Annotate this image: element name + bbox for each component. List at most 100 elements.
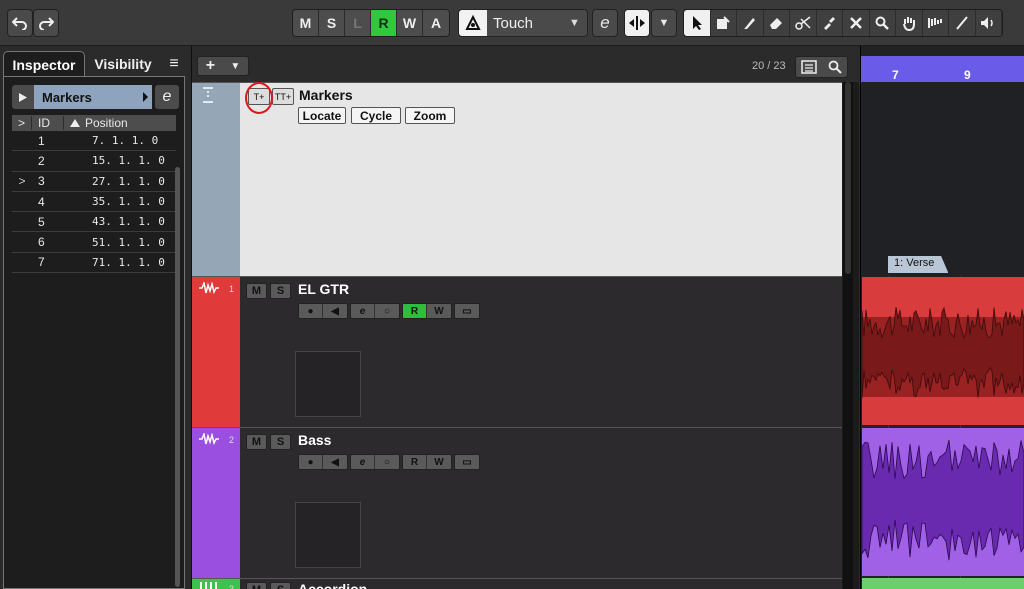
add-track-button[interactable]: + ▼ <box>197 56 249 76</box>
hand-tool[interactable] <box>896 10 923 36</box>
write-automation-button[interactable]: W <box>427 455 451 469</box>
marker-track[interactable]: T+ TT+ Markers Locate Cycle Zoom <box>192 82 842 276</box>
marker-row[interactable]: 4 35. 1. 1. 0 <box>12 192 176 213</box>
record-enable-button[interactable]: ● <box>299 455 323 469</box>
marker-position[interactable]: 35. 1. 1. 0 <box>64 195 176 208</box>
expand-column-header[interactable]: > <box>12 116 32 130</box>
snap-type-dropdown[interactable]: ▼ <box>651 9 677 37</box>
marker-position[interactable]: 7. 1. 1. 0 <box>64 134 176 147</box>
marker-section-title[interactable]: Markers <box>34 85 152 109</box>
record-enable-button[interactable]: ● <box>299 304 323 318</box>
track-name[interactable]: Accordion <box>298 581 367 589</box>
solo-button[interactable]: S <box>270 582 291 589</box>
erase-tool[interactable] <box>764 10 790 36</box>
speaker-icon <box>981 17 993 29</box>
line-tool[interactable] <box>949 10 976 36</box>
track-name[interactable]: EL GTR <box>298 281 349 297</box>
draw-tool[interactable] <box>737 10 764 36</box>
timeline-ruler[interactable]: 7 9 <box>861 56 1024 82</box>
audio-track[interactable]: 1 M S EL GTR ● ◀ e ○ R W ▭ <box>192 276 842 427</box>
automation-mode-button[interactable]: A <box>423 10 449 36</box>
marker-row[interactable]: 2 15. 1. 1. 0 <box>12 151 176 172</box>
list-icon[interactable] <box>801 60 817 74</box>
listen-mode-button[interactable]: L <box>345 10 371 36</box>
marker-row[interactable]: 5 43. 1. 1. 0 <box>12 212 176 233</box>
track-options-button[interactable]: ▭ <box>455 455 479 469</box>
tab-inspector[interactable]: Inspector <box>3 51 85 77</box>
track-picture[interactable] <box>295 351 361 417</box>
edit-markers-button[interactable]: e <box>155 85 179 109</box>
position-column-header[interactable]: Position <box>64 116 176 130</box>
marker-track-name[interactable]: Markers <box>299 87 353 103</box>
marker-position[interactable]: 27. 1. 1. 0 <box>64 175 176 188</box>
pointer-tool[interactable] <box>684 10 711 36</box>
marker-row[interactable]: 6 51. 1. 1. 0 <box>12 232 176 253</box>
mute-button[interactable]: M <box>246 283 267 299</box>
track-color: 2 <box>192 428 240 578</box>
solo-mode-button[interactable]: S <box>319 10 345 36</box>
range-tool[interactable] <box>711 10 737 36</box>
midi-event-accordion[interactable] <box>862 578 1024 589</box>
monitor-button[interactable]: ◀ <box>323 304 347 318</box>
marker-row[interactable]: 7 71. 1. 1. 0 <box>12 253 176 274</box>
mute-button[interactable]: M <box>246 582 267 589</box>
marker-id: 2 <box>38 153 45 168</box>
zoom-button[interactable]: Zoom <box>405 107 455 124</box>
audio-track[interactable]: 2 M S Bass ● ◀ e ○ R W ▭ <box>192 427 842 578</box>
undo-button[interactable] <box>7 9 33 37</box>
monitor-button[interactable]: ◀ <box>323 455 347 469</box>
track-name[interactable]: Bass <box>298 432 331 448</box>
audio-track[interactable]: 3 M S Accordion <box>192 578 842 589</box>
write-mode-button[interactable]: W <box>397 10 423 36</box>
marker-position[interactable]: 43. 1. 1. 0 <box>64 215 176 228</box>
locate-button[interactable]: Locate <box>298 107 346 124</box>
split-tool[interactable] <box>790 10 817 36</box>
comp-icon <box>928 18 943 28</box>
marker-event[interactable]: 1: Verse <box>888 256 949 273</box>
edit-automation-button[interactable]: e <box>592 9 618 37</box>
read-automation-button[interactable]: R <box>403 455 427 469</box>
track-picture[interactable] <box>295 502 361 568</box>
marker-position[interactable]: 71. 1. 1. 0 <box>64 256 176 269</box>
redo-button[interactable] <box>33 9 59 37</box>
record-monitor-group: ● ◀ <box>298 454 348 470</box>
mute-mode-button[interactable]: M <box>293 10 319 36</box>
id-column-header[interactable]: ID <box>32 116 64 130</box>
track-header-body: M S EL GTR ● ◀ e ○ R W ▭ <box>240 277 842 427</box>
solo-button[interactable]: S <box>270 434 291 450</box>
mute-icon <box>849 17 862 29</box>
zoom-tool[interactable] <box>870 10 896 36</box>
write-automation-button[interactable]: W <box>427 304 451 318</box>
audio-event-bass[interactable] <box>861 428 1024 576</box>
lane-button[interactable]: ○ <box>375 304 399 318</box>
read-mode-button[interactable]: R <box>371 10 397 36</box>
track-list-scrollbar[interactable] <box>843 82 853 589</box>
marker-lane[interactable]: 1: Verse <box>862 82 1024 276</box>
scrollbar-thumb[interactable] <box>845 82 851 274</box>
inspector-menu-icon[interactable]: ≡ <box>163 51 185 77</box>
edit-channel-button[interactable]: e <box>351 455 375 469</box>
tab-visibility[interactable]: Visibility <box>85 51 161 77</box>
glue-tool[interactable] <box>817 10 843 36</box>
marker-position[interactable]: 15. 1. 1. 0 <box>64 154 176 167</box>
track-options-button[interactable]: ▭ <box>455 304 479 318</box>
marker-position[interactable]: 51. 1. 1. 0 <box>64 236 176 249</box>
search-icon[interactable] <box>828 60 842 74</box>
audio-event-el-gtr[interactable] <box>861 277 1024 425</box>
play-tool[interactable] <box>976 10 1002 36</box>
marker-row[interactable]: >3 27. 1. 1. 0 <box>12 172 176 192</box>
edit-channel-button[interactable]: e <box>351 304 375 318</box>
mute-button[interactable]: M <box>246 434 267 450</box>
add-cycle-marker-button[interactable]: TT+ <box>272 88 294 105</box>
marker-row[interactable]: 1 7. 1. 1. 0 <box>12 131 176 152</box>
solo-button[interactable]: S <box>270 283 291 299</box>
marker-play-button[interactable] <box>12 85 34 109</box>
mute-tool[interactable] <box>843 10 870 36</box>
automation-mode-select[interactable]: Touch ▼ <box>458 9 588 37</box>
read-automation-button[interactable]: R <box>403 304 427 318</box>
snap-button[interactable] <box>624 9 650 37</box>
inspector-scrollbar[interactable] <box>175 167 180 587</box>
lane-button[interactable]: ○ <box>375 455 399 469</box>
cycle-button[interactable]: Cycle <box>351 107 401 124</box>
comp-tool[interactable] <box>923 10 949 36</box>
